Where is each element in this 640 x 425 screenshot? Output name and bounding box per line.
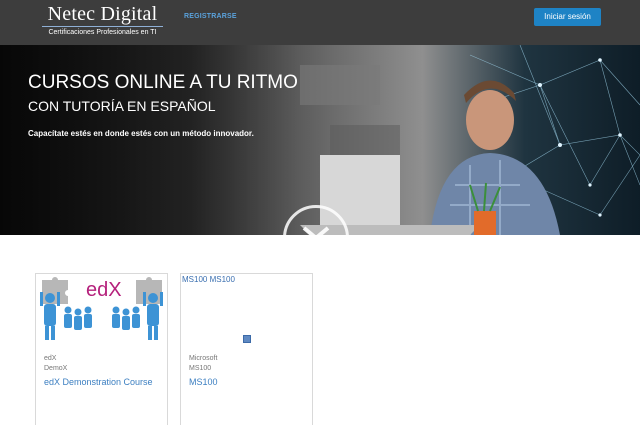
login-button[interactable]: Iniciar sesión <box>534 8 601 26</box>
course-org: edX <box>44 355 57 362</box>
hero-banner: CURSOS ONLINE A TU RITMO CON TUTORÍA EN … <box>0 45 640 235</box>
site-logo[interactable]: Netec Digital Certificaciones Profesiona… <box>40 3 165 37</box>
image-alt-text: MS100 MS100 <box>182 275 235 284</box>
edx-course-image: edX <box>36 274 167 346</box>
ms100-course-image: MS100 MS100 <box>181 274 312 346</box>
chevron-down-glyph <box>302 226 330 235</box>
course-card-edx[interactable]: edX edX DemoX edX Demonstration Course <box>35 273 168 425</box>
course-title-link[interactable]: MS100 <box>189 377 307 388</box>
logo-divider <box>42 26 163 27</box>
logo-title: Netec Digital <box>47 3 158 25</box>
top-navbar: Netec Digital Certificaciones Profesiona… <box>0 0 640 45</box>
course-code: DemoX <box>44 365 68 372</box>
hero-title: CURSOS ONLINE A TU RITMO <box>28 72 298 93</box>
course-card-ms100[interactable]: MS100 MS100 Microsoft MS100 MS100 <box>180 273 313 425</box>
register-link[interactable]: REGISTRARSE <box>184 13 237 20</box>
broken-image-icon <box>243 335 251 343</box>
chevron-down-icon[interactable] <box>283 205 349 235</box>
course-code: MS100 <box>189 365 212 372</box>
hero-tagline: Capacítate estés en donde estés con un m… <box>28 129 254 138</box>
hero-subtitle: CON TUTORÍA EN ESPAÑOL <box>28 98 216 114</box>
edx-logo-text: edX <box>86 279 122 301</box>
course-org: Microsoft <box>189 355 218 362</box>
logo-subtitle: Certificaciones Profesionales en TI <box>48 29 157 36</box>
course-title-link[interactable]: edX Demonstration Course <box>44 377 162 388</box>
